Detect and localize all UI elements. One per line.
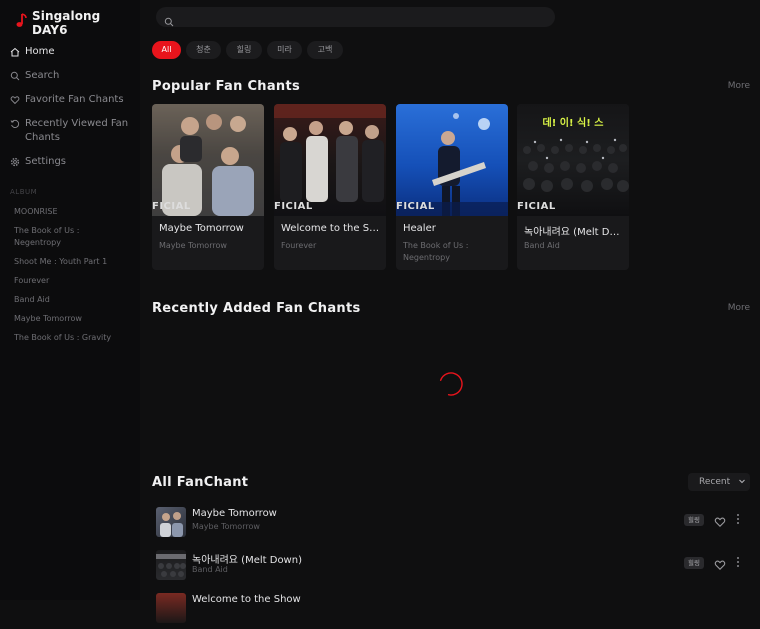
popular-title: Popular Fan Chants xyxy=(152,79,301,94)
card-album: Fourever xyxy=(281,241,317,250)
search-input[interactable] xyxy=(156,7,555,27)
gear-icon xyxy=(10,155,20,169)
card-title: Maybe Tomorrow xyxy=(159,223,244,234)
card-thumbnail: FICIAL xyxy=(396,104,508,216)
card-title: Healer xyxy=(403,223,436,234)
popular-card[interactable]: FICIAL Welcome to the Show Fourever xyxy=(274,104,386,270)
recent-more-link[interactable]: More xyxy=(728,303,750,313)
nav-favorites-label: Favorite Fan Chants xyxy=(25,94,124,105)
more-vertical-icon[interactable] xyxy=(734,555,742,569)
chip-mira[interactable]: 미라 xyxy=(267,41,302,59)
search-icon xyxy=(164,12,174,31)
chip-youth[interactable]: 청춘 xyxy=(186,41,221,59)
row-title: 녹아내려요 (Melt Down) xyxy=(192,555,302,566)
card-thumbnail: FICIAL xyxy=(152,104,264,216)
fanchant-row[interactable]: Maybe Tomorrow Maybe Tomorrow 힐링 xyxy=(152,505,750,543)
search-icon xyxy=(10,69,20,83)
row-thumbnail xyxy=(156,593,186,623)
nav-home-label: Home xyxy=(25,46,55,57)
sort-label: Recent xyxy=(699,477,731,487)
nav-recently-viewed-label: Recently Viewed Fan Chants xyxy=(25,118,129,143)
album-item-moonrise[interactable]: MOONRISE xyxy=(14,206,124,218)
row-tag-badge: 힐링 xyxy=(684,557,704,569)
app-logo[interactable]: Singalong DAY6 xyxy=(14,9,140,37)
nav-settings[interactable]: Settings xyxy=(10,155,132,169)
chip-confession[interactable]: 고백 xyxy=(307,41,343,59)
row-album: Band Aid xyxy=(192,565,228,574)
all-title: All FanChant xyxy=(152,475,249,490)
card-thumb-text: FICIAL xyxy=(517,201,556,212)
card-album: Maybe Tomorrow xyxy=(159,241,227,250)
app-title: Singalong DAY6 xyxy=(32,9,101,37)
music-note-icon xyxy=(14,13,28,33)
loading-spinner-icon xyxy=(438,371,464,397)
nav-favorites[interactable]: Favorite Fan Chants xyxy=(10,93,132,107)
chip-healing[interactable]: 힐링 xyxy=(226,41,262,59)
nav-search-label: Search xyxy=(25,70,60,81)
nav-search[interactable]: Search xyxy=(10,69,132,83)
album-item-shoot-me[interactable]: Shoot Me : Youth Part 1 xyxy=(14,256,124,268)
heart-icon[interactable] xyxy=(714,513,726,532)
sort-select[interactable]: Recent xyxy=(688,473,750,491)
sidebar: Singalong DAY6 Home Search Favorite Fan … xyxy=(0,0,140,600)
popular-more-link[interactable]: More xyxy=(728,81,750,91)
album-item-maybe-tomorrow[interactable]: Maybe Tomorrow xyxy=(14,313,124,325)
home-icon xyxy=(10,45,20,59)
card-title: Welcome to the Show xyxy=(281,223,381,234)
history-icon xyxy=(10,117,20,131)
card-album: The Book of Us : Negentropy xyxy=(403,241,469,262)
card-thumbnail: 데! 이! 식! 스 FICIAL xyxy=(517,104,629,216)
more-vertical-icon[interactable] xyxy=(734,512,742,526)
card-thumb-text: FICIAL xyxy=(152,201,191,212)
popular-card[interactable]: FICIAL Healer The Book of Us : Negentrop… xyxy=(396,104,508,270)
card-banner: 데! 이! 식! 스 xyxy=(542,118,604,129)
nav-recently-viewed[interactable]: Recently Viewed Fan Chants xyxy=(10,117,132,145)
album-item-fourever[interactable]: Fourever xyxy=(14,275,124,287)
recent-title: Recently Added Fan Chants xyxy=(152,301,361,316)
card-title: 녹아내려요 (Melt Down) xyxy=(524,227,624,238)
fanchant-row[interactable]: Welcome to the Show xyxy=(152,591,750,629)
heart-icon xyxy=(10,93,20,107)
fanchant-row[interactable]: 녹아내려요 (Melt Down) Band Aid 힐링 xyxy=(152,548,750,586)
nav-home[interactable]: Home xyxy=(10,45,132,59)
row-album: Maybe Tomorrow xyxy=(192,522,260,531)
chip-all[interactable]: All xyxy=(152,41,181,59)
row-title: Maybe Tomorrow xyxy=(192,508,277,519)
card-thumb-text: FICIAL xyxy=(274,201,313,212)
popular-card[interactable]: FICIAL Maybe Tomorrow Maybe Tomorrow xyxy=(152,104,264,270)
row-thumbnail xyxy=(156,507,186,537)
album-item-negentropy[interactable]: The Book of Us : Negentropy xyxy=(14,225,124,249)
card-thumb-text: FICIAL xyxy=(396,201,435,212)
album-item-gravity[interactable]: The Book of Us : Gravity xyxy=(14,332,124,344)
album-item-band-aid[interactable]: Band Aid xyxy=(14,294,124,306)
chevron-down-icon xyxy=(737,474,747,495)
card-album: Band Aid xyxy=(524,241,560,250)
row-tag-badge: 힐링 xyxy=(684,514,704,526)
album-heading: ALBUM xyxy=(10,188,38,196)
popular-card[interactable]: 데! 이! 식! 스 FICIAL 녹아내려요 (Melt Down) Band… xyxy=(517,104,629,270)
nav-settings-label: Settings xyxy=(25,156,67,167)
row-thumbnail xyxy=(156,550,186,580)
card-thumbnail: FICIAL xyxy=(274,104,386,216)
heart-icon[interactable] xyxy=(714,556,726,575)
